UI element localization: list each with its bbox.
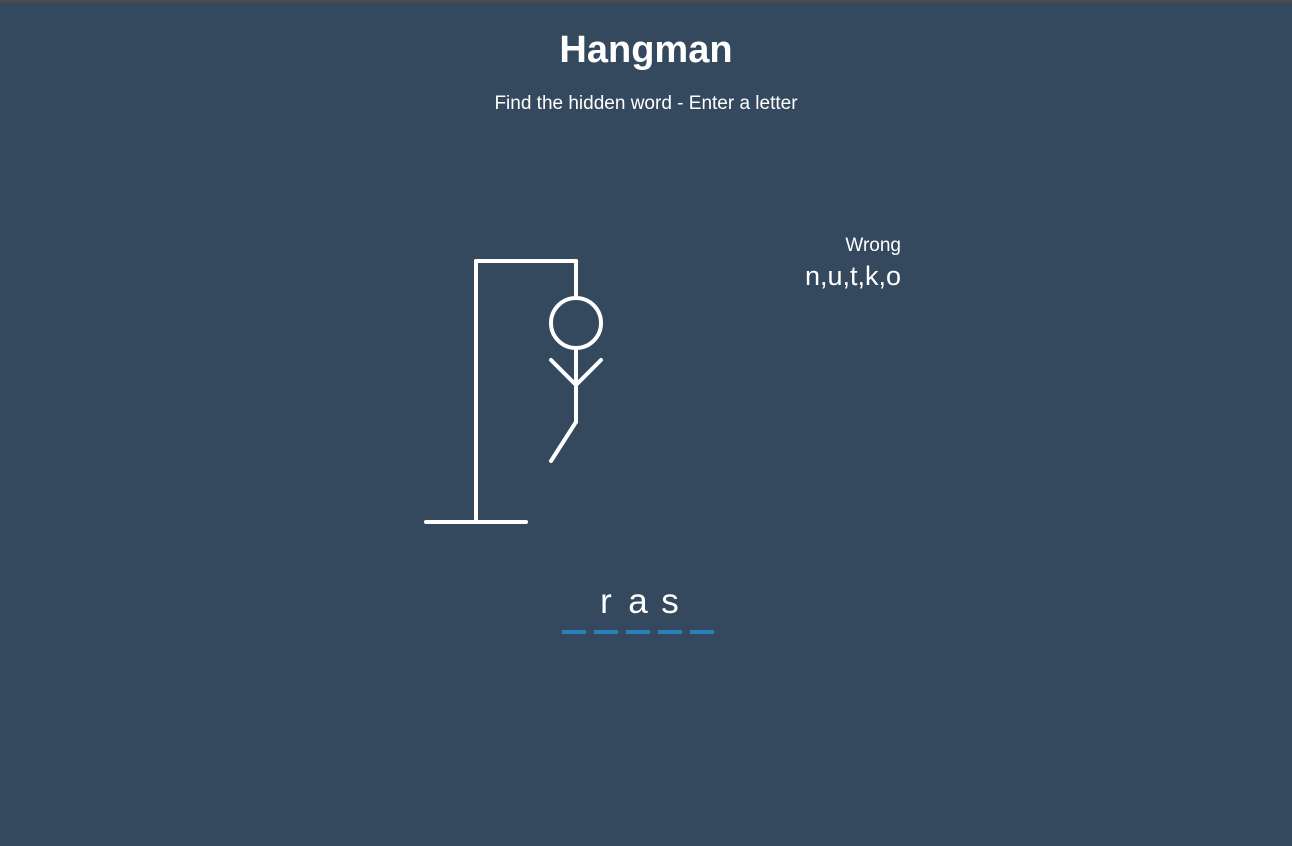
hangman-figure [424, 259, 603, 524]
wrong-label: Wrong [845, 235, 901, 256]
letter-slot: s [658, 582, 682, 634]
wrong-letters-panel: Wrong n,u,t,k,o [700, 235, 901, 292]
hangman-right-arm [574, 358, 603, 387]
letter-slot: a [626, 582, 650, 634]
letter-slot [562, 582, 586, 634]
letter: s [661, 582, 679, 621]
hidden-word: r a s [562, 582, 714, 634]
letter: a [628, 582, 648, 621]
letter-slot: r [594, 582, 618, 634]
letter-slot [690, 582, 714, 634]
letter: r [600, 582, 612, 621]
hangman-head [549, 296, 603, 350]
hangman-left-leg [549, 420, 578, 463]
wrong-letters-list: n,u,t,k,o [804, 261, 901, 291]
hangman-left-arm [549, 358, 578, 387]
